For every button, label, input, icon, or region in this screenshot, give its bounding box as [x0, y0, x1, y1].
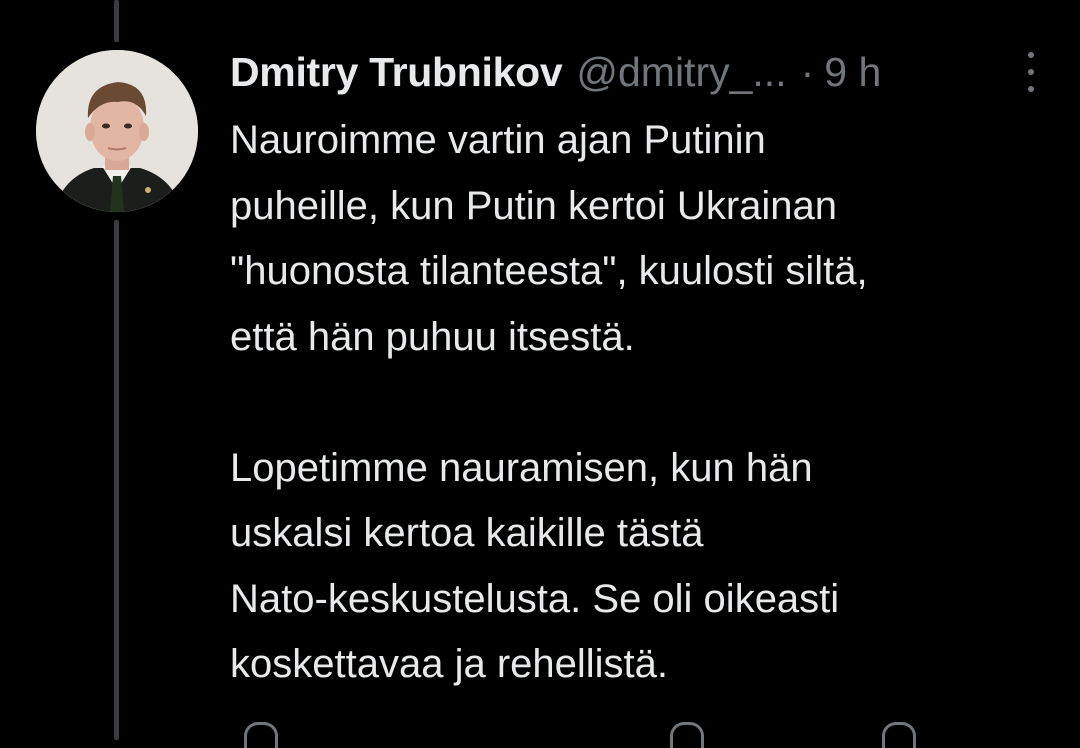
tweet-paragraph-2: Lopetimme nauramisen, kun hän uskalsi ke…	[230, 445, 840, 687]
timestamp[interactable]: 9 h	[824, 49, 881, 96]
share-icon[interactable]	[882, 722, 916, 748]
author-handle[interactable]: @dmitry_...	[576, 49, 786, 96]
separator-dot: ·	[800, 48, 815, 95]
tweet-header: Dmitry Trubnikov @dmitry_... · 9 h	[230, 46, 1040, 98]
reply-icon[interactable]	[244, 722, 278, 748]
avatar[interactable]	[36, 50, 198, 212]
tweet-paragraph-1: Nauroimme vartin ajan Putinin puheille, …	[230, 118, 868, 359]
avatar-photo	[36, 50, 198, 212]
tweet-text: Nauroimme vartin ajan Putinin puheille, …	[230, 108, 1050, 698]
author-name[interactable]: Dmitry Trubnikov	[230, 49, 563, 96]
thread-line-top	[114, 0, 119, 42]
thread-line-bottom	[114, 220, 119, 740]
like-icon[interactable]	[670, 722, 704, 748]
more-vertical-icon[interactable]	[1024, 52, 1038, 92]
tweet-actions	[230, 722, 1050, 748]
